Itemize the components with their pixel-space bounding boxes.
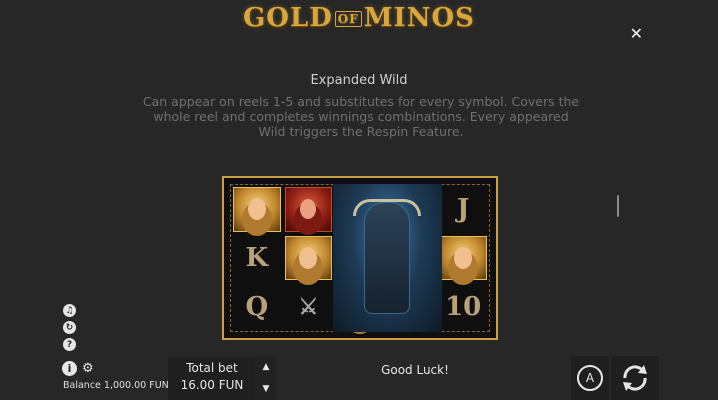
sound-icon[interactable]: ♫ bbox=[63, 304, 76, 317]
hero-symbol bbox=[233, 187, 281, 232]
minotaur-icon bbox=[353, 199, 422, 314]
expanded-wild-minotaur bbox=[332, 184, 442, 332]
history-icon[interactable]: ↻ bbox=[63, 321, 76, 334]
sword-shield-icon: ⚔ bbox=[298, 293, 319, 320]
help-title: Expanded Wild bbox=[310, 73, 408, 88]
total-bet-panel: Total bet 16.00 FUN bbox=[168, 357, 256, 400]
help-description: Can appear on reels 1-5 and substitutes … bbox=[142, 94, 580, 139]
letter-k-symbol: K bbox=[245, 242, 269, 273]
info-icon[interactable]: i bbox=[62, 361, 77, 376]
letter-ten-symbol: 10 bbox=[445, 291, 482, 322]
bet-decrease-icon[interactable]: ▼ bbox=[259, 384, 273, 394]
spin-button[interactable] bbox=[611, 356, 659, 400]
logo-text-of: OF bbox=[334, 11, 362, 27]
letter-q-symbol: Q bbox=[245, 291, 269, 322]
status-message: Good Luck! bbox=[381, 363, 449, 377]
spin-icon bbox=[623, 365, 647, 391]
autoplay-icon: A bbox=[577, 365, 603, 391]
total-bet-value: 16.00 FUN bbox=[180, 378, 244, 392]
autoplay-button[interactable]: A bbox=[571, 356, 609, 400]
side-menu: ♫ ↻ ? bbox=[63, 304, 76, 351]
close-icon[interactable]: ✕ bbox=[630, 24, 643, 43]
bet-increase-icon[interactable]: ▲ bbox=[259, 362, 273, 372]
gear-icon[interactable]: ⚙ bbox=[82, 361, 94, 376]
balance-display: Balance 1,000.00 FUN bbox=[63, 380, 169, 391]
total-bet-label: Total bet bbox=[186, 361, 238, 375]
hero-symbol bbox=[439, 235, 487, 281]
help-icon[interactable]: ? bbox=[63, 338, 76, 351]
game-logo: GOLD OF MINOS bbox=[0, 3, 718, 33]
reel-illustration: A J K ⛑ Q ⚔ 10 bbox=[222, 176, 498, 340]
logo-text-right: MINOS bbox=[363, 3, 475, 33]
help-scrollbar[interactable] bbox=[617, 195, 619, 217]
hero-symbol bbox=[284, 235, 333, 281]
logo-text-left: GOLD bbox=[243, 3, 333, 33]
goddess-symbol bbox=[284, 187, 333, 232]
letter-j-symbol: J bbox=[457, 194, 470, 225]
